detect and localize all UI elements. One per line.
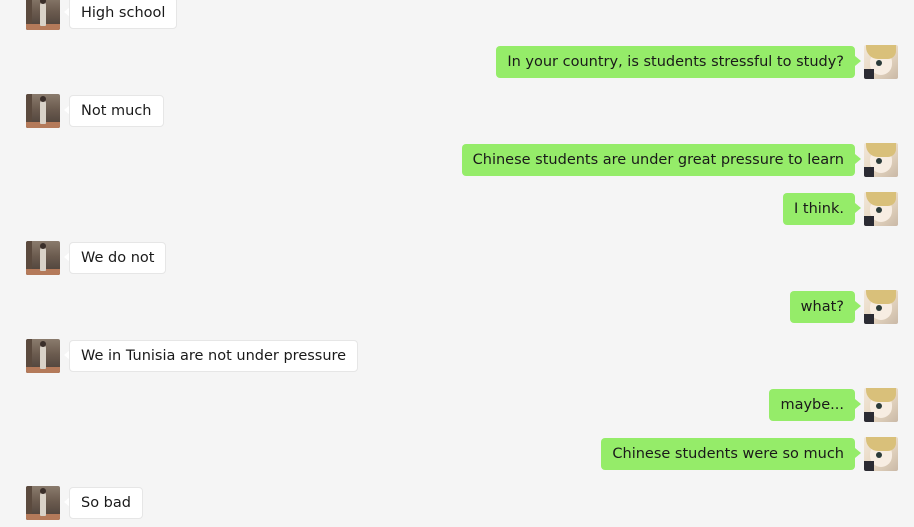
avatar-art <box>876 403 882 409</box>
message-row: what? <box>0 289 914 325</box>
incoming-message-bubble[interactable]: High school <box>69 0 178 29</box>
avatar-art <box>866 290 896 304</box>
outgoing-message-bubble[interactable]: maybe... <box>769 389 855 421</box>
contact-avatar[interactable] <box>26 94 60 128</box>
message-row: In your country, is students stressful t… <box>0 44 914 80</box>
bubble-tail <box>855 399 861 409</box>
outgoing-message-bubble[interactable]: I think. <box>783 193 855 225</box>
avatar-art <box>40 345 46 369</box>
my-avatar[interactable] <box>864 437 898 471</box>
my-avatar[interactable] <box>864 290 898 324</box>
message-row: Not much <box>0 93 914 129</box>
avatar-art <box>864 412 874 422</box>
bubble-tail <box>855 301 861 311</box>
my-avatar[interactable] <box>864 192 898 226</box>
bubble-tail <box>855 154 861 164</box>
avatar-art <box>866 45 896 59</box>
outgoing-message-bubble[interactable]: In your country, is students stressful t… <box>496 46 855 78</box>
bubble-tail <box>855 56 861 66</box>
avatar-art <box>864 69 874 79</box>
message-row: We in Tunisia are not under pressure <box>0 338 914 374</box>
avatar-art <box>866 437 896 451</box>
avatar-art <box>40 492 46 516</box>
incoming-message-bubble[interactable]: We do not <box>69 242 167 274</box>
contact-avatar[interactable] <box>26 486 60 520</box>
avatar-art <box>40 488 46 494</box>
avatar-art <box>876 207 882 213</box>
avatar-art <box>876 158 882 164</box>
avatar-art <box>876 305 882 311</box>
avatar-art <box>40 100 46 124</box>
avatar-art <box>864 167 874 177</box>
message-row: High school <box>0 0 914 31</box>
message-row: Chinese students were so much <box>0 436 914 472</box>
message-row: So bad <box>0 485 914 521</box>
incoming-message-bubble[interactable]: We in Tunisia are not under pressure <box>69 340 359 372</box>
avatar-art <box>864 461 874 471</box>
contact-avatar[interactable] <box>26 339 60 373</box>
avatar-art <box>40 243 46 249</box>
outgoing-message-bubble[interactable]: what? <box>789 291 855 323</box>
my-avatar[interactable] <box>864 143 898 177</box>
bubble-tail <box>855 203 861 213</box>
message-row: We do not <box>0 240 914 276</box>
contact-avatar[interactable] <box>26 241 60 275</box>
avatar-art <box>40 96 46 102</box>
message-row: Chinese students are under great pressur… <box>0 142 914 178</box>
my-avatar[interactable] <box>864 388 898 422</box>
avatar-art <box>876 452 882 458</box>
bubble-tail <box>855 448 861 458</box>
avatar-art <box>866 388 896 402</box>
my-avatar[interactable] <box>864 45 898 79</box>
contact-avatar[interactable] <box>26 0 60 30</box>
avatar-art <box>40 2 46 26</box>
incoming-message-bubble[interactable]: So bad <box>69 487 143 519</box>
avatar-art <box>876 60 882 66</box>
avatar-art <box>864 216 874 226</box>
outgoing-message-bubble[interactable]: Chinese students are under great pressur… <box>461 144 855 176</box>
avatar-art <box>40 247 46 271</box>
avatar-art <box>866 143 896 157</box>
message-row: maybe... <box>0 387 914 423</box>
incoming-message-bubble[interactable]: Not much <box>69 95 164 127</box>
outgoing-message-bubble[interactable]: Chinese students were so much <box>601 438 855 470</box>
message-row: I think. <box>0 191 914 227</box>
avatar-art <box>864 314 874 324</box>
avatar-art <box>866 192 896 206</box>
chat-message-list[interactable]: High school In your country, is students… <box>0 0 914 527</box>
avatar-art <box>40 341 46 347</box>
